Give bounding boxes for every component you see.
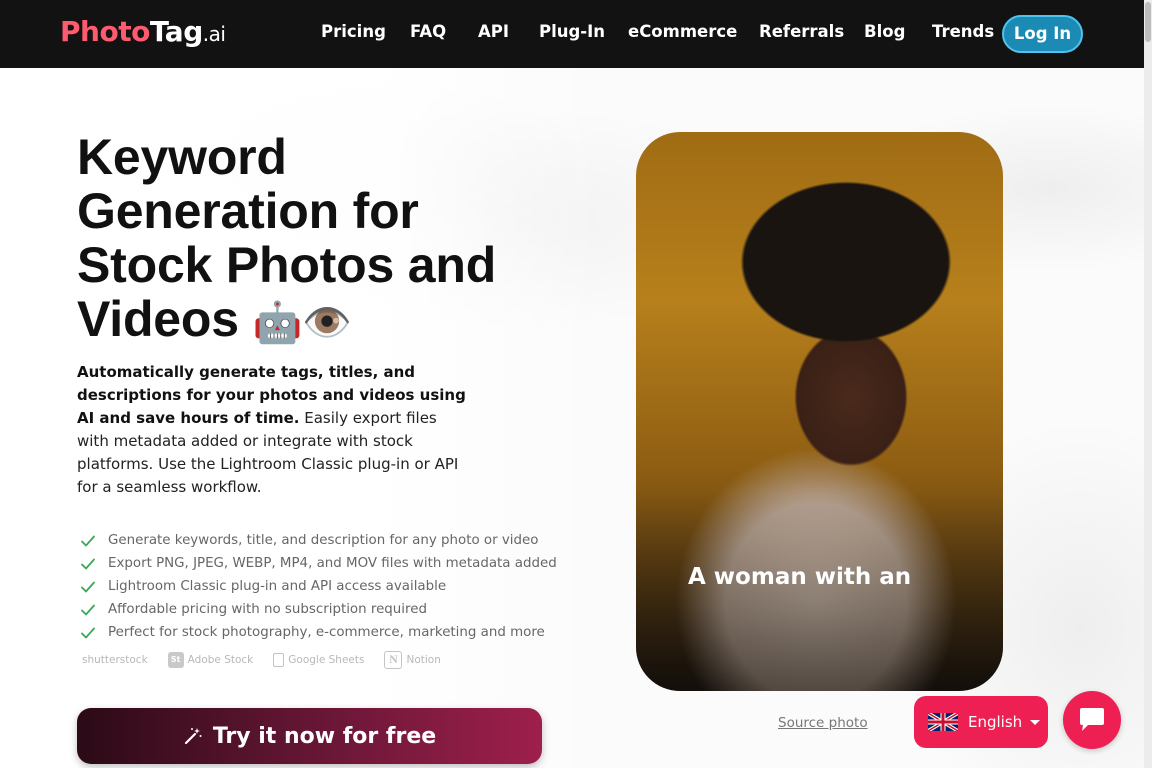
hero-description: Automatically generate tags, titles, and…: [77, 363, 466, 496]
feature-item: Lightroom Classic plug-in and API access…: [78, 576, 558, 599]
check-icon: [81, 535, 95, 547]
notion-logo: N Notion: [384, 651, 441, 669]
photo-tag-logo[interactable]: PhotoTag.ai: [60, 14, 226, 52]
robot-eye-emoji-icon: 🤖👁️: [252, 301, 352, 345]
chat-button[interactable]: [1063, 691, 1121, 749]
notion-icon: N: [384, 651, 403, 669]
shutterstock-logo: shutterstock: [82, 654, 148, 666]
feature-list: Generate keywords, title, and descriptio…: [78, 530, 558, 645]
nav-pricing[interactable]: Pricing: [321, 22, 386, 41]
google-sheets-icon: [273, 653, 285, 667]
feature-item: Export PNG, JPEG, WEBP, MP4, and MOV fil…: [78, 553, 558, 576]
magic-wand-icon: [184, 728, 202, 745]
uk-flag-icon: [928, 713, 958, 731]
nav-blog[interactable]: Blog: [864, 22, 905, 41]
scrollbar-thumb[interactable]: [1145, 2, 1151, 42]
nav-referrals[interactable]: Referrals: [759, 22, 844, 41]
nav-api[interactable]: API: [478, 22, 509, 41]
language-label: English: [968, 713, 1023, 731]
chat-bubble-icon: [1080, 708, 1104, 731]
feature-item: Generate keywords, title, and descriptio…: [78, 530, 558, 553]
adobe-stock-logo: St Adobe Stock: [167, 652, 253, 668]
hero-title: Keyword Generation for Stock Photos and …: [77, 129, 497, 347]
nav-ecommerce[interactable]: eCommerce: [628, 22, 737, 41]
feature-item: Perfect for stock photography, e-commerc…: [78, 622, 558, 645]
feature-item: Affordable pricing with no subscription …: [78, 599, 558, 622]
check-icon: [81, 581, 95, 593]
partner-logos: shutterstock St Adobe Stock Google Sheets…: [82, 650, 461, 670]
check-icon: [81, 604, 95, 616]
check-icon: [81, 627, 95, 639]
google-sheets-logo: Google Sheets: [273, 653, 364, 667]
sample-photo-card: A woman with an: [636, 132, 1003, 691]
page-scrollbar[interactable]: [1144, 0, 1152, 768]
adobe-stock-icon: St: [167, 652, 184, 668]
login-button[interactable]: Log In: [1002, 15, 1083, 53]
check-icon: [81, 558, 95, 570]
language-selector[interactable]: English: [914, 696, 1048, 748]
try-free-button[interactable]: Try it now for free: [77, 708, 542, 764]
photo-shade: [636, 491, 1003, 691]
nav-faq[interactable]: FAQ: [410, 22, 446, 41]
nav-trends[interactable]: Trends: [932, 22, 994, 41]
source-photo-link[interactable]: Source photo: [778, 715, 868, 731]
photo-caption: A woman with an: [688, 564, 912, 590]
nav-plug-in[interactable]: Plug-In: [539, 22, 605, 41]
caret-down-icon: [1030, 719, 1041, 725]
top-navigation-bar: PhotoTag.ai Pricing FAQ API Plug-In eCom…: [0, 0, 1144, 68]
